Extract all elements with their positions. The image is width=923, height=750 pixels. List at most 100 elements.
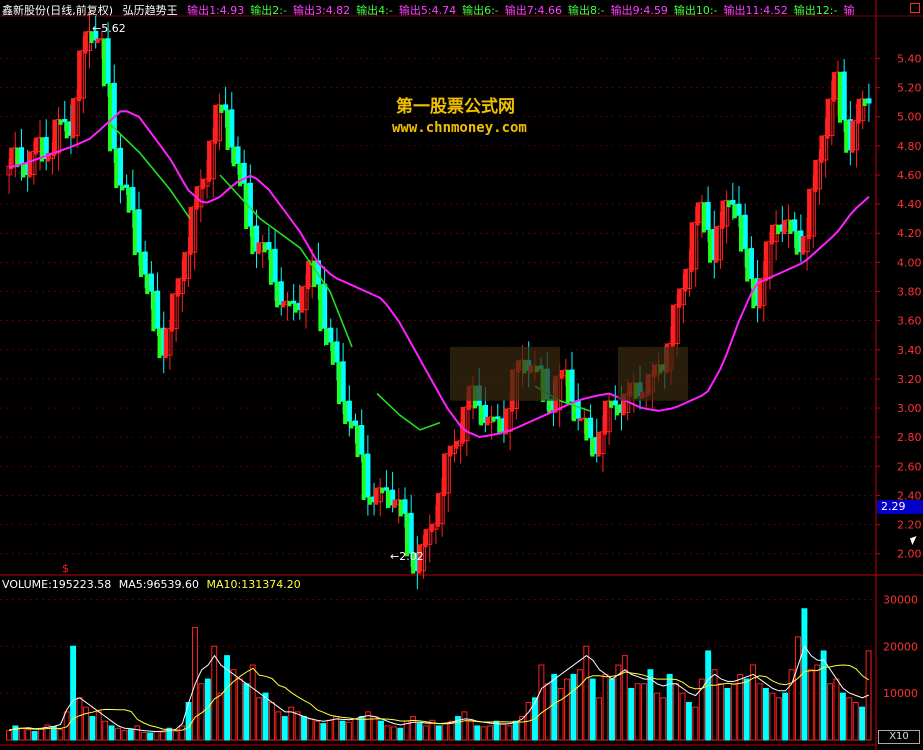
volume-bar	[544, 683, 551, 741]
volume-bar	[852, 702, 859, 741]
volume-bar	[384, 725, 391, 741]
volume-bar	[57, 729, 64, 741]
volume-bar	[102, 720, 109, 741]
candle-body	[328, 327, 334, 343]
trend-step	[807, 188, 812, 240]
candle-body	[272, 248, 278, 283]
trend-step	[701, 202, 706, 233]
volume-bar	[153, 731, 160, 741]
trend-step	[386, 490, 391, 508]
trend-step	[398, 499, 403, 517]
volume-bar	[596, 697, 603, 741]
price-tick-label: 2.80	[897, 431, 922, 444]
volume-bar	[602, 673, 609, 741]
trend-step	[58, 119, 63, 125]
price-tick-label: 3.20	[897, 373, 922, 386]
trend-step	[225, 109, 230, 150]
volume-bar	[846, 697, 853, 741]
trend-step	[355, 425, 360, 458]
volume-bar	[750, 664, 757, 741]
volume-value: VOLUME:195223.58	[2, 578, 112, 591]
high-price-label: ←5.62	[92, 22, 126, 35]
trend-step	[429, 523, 434, 533]
volume-bar	[506, 725, 513, 741]
trend-step	[571, 401, 576, 422]
trend-step	[306, 260, 311, 290]
trend-step	[602, 400, 607, 435]
trend-step	[800, 236, 805, 255]
price-tick-label: 3.40	[897, 344, 922, 357]
volume-bar	[538, 664, 545, 741]
trend-step	[349, 421, 354, 429]
trend-step	[145, 274, 150, 295]
trend-step	[200, 178, 205, 190]
volume-bar	[115, 727, 121, 741]
candle-body	[334, 341, 340, 363]
volume-bar	[724, 687, 731, 741]
volume-bar	[326, 719, 333, 741]
price-tick-label: 3.00	[897, 402, 922, 415]
price-tick-label: 4.20	[897, 227, 922, 240]
trend-step	[578, 418, 583, 422]
trend-step	[844, 119, 849, 153]
trend-step	[336, 361, 341, 405]
chart-window: 2.00 2.20 2.40 2.60 2.80 3.00 3.20 3.40 3.60 3.80…	[0, 0, 923, 750]
trend-step	[120, 185, 125, 191]
trend-step	[380, 487, 385, 494]
candle-body	[569, 369, 575, 402]
candle-body	[136, 209, 142, 253]
output-label: 输出11:4.52	[723, 4, 788, 17]
volume-bar	[345, 721, 352, 741]
scale-button[interactable]: X10	[878, 730, 920, 744]
price-tick-label: 4.80	[897, 140, 922, 153]
trend-step	[596, 431, 601, 457]
candle-body	[408, 512, 414, 554]
volume-bar	[249, 664, 256, 741]
trend-step	[83, 31, 88, 54]
trend-step	[479, 405, 484, 426]
trend-step	[27, 151, 32, 178]
candle-body	[340, 361, 346, 402]
indicator-name: 弘历趋势王	[122, 4, 178, 17]
volume-bar	[795, 636, 801, 741]
volume-bar	[127, 729, 134, 741]
volume-bar	[718, 683, 724, 741]
trend-step	[101, 38, 106, 87]
volume-header: VOLUME:195223.58 MA5:96539.60 MA10:13137…	[2, 578, 301, 591]
output-label: 输出9:4.59	[610, 4, 668, 17]
output-label: 输出3:4.82	[292, 4, 351, 17]
volume-bar	[301, 716, 307, 741]
volume-bar	[320, 723, 327, 741]
trend-step	[163, 328, 168, 359]
volume-bar	[782, 692, 789, 741]
volume-bar	[814, 664, 821, 741]
ma-line	[8, 110, 870, 439]
trend-step	[52, 119, 57, 157]
volume-bar	[416, 723, 423, 741]
candle-body	[278, 281, 284, 305]
volume-bar	[378, 720, 384, 741]
trend-step	[256, 242, 261, 255]
signal-marker: $	[62, 562, 69, 575]
price-tick-label: 2.00	[897, 548, 922, 561]
candle-body	[792, 219, 798, 232]
candle-body	[229, 109, 235, 148]
volume-bar	[762, 687, 769, 741]
trend-step	[33, 137, 38, 155]
close-icon[interactable]	[910, 3, 920, 13]
trend-step	[794, 230, 799, 255]
volume-bar	[608, 678, 615, 741]
candle-body	[359, 424, 365, 455]
trend-step	[250, 226, 255, 255]
candle-body	[291, 300, 297, 304]
volume-bar	[25, 729, 32, 741]
volume-bar	[243, 683, 250, 741]
candle-body	[130, 186, 136, 211]
trend-step	[831, 72, 836, 102]
volume-bar	[564, 678, 571, 741]
trend-step	[151, 291, 156, 332]
low-price-label: ←2.02	[390, 550, 424, 563]
output-label: 输出5:4.74	[398, 4, 457, 17]
trend-step	[584, 418, 589, 441]
volume-bar	[660, 697, 667, 741]
